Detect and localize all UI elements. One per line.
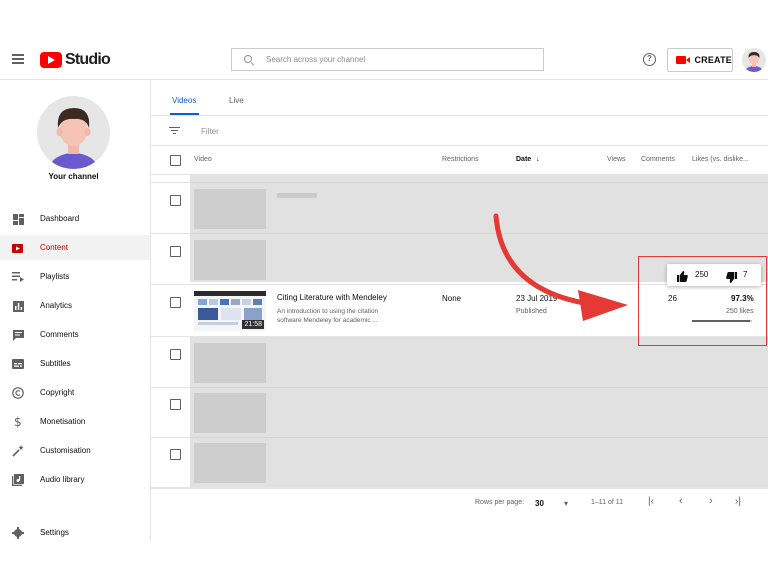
video-duration: 21:58 — [242, 320, 264, 329]
audio-library-icon — [12, 474, 24, 486]
sidebar-item-playlists[interactable]: Playlists — [0, 264, 150, 289]
row-checkbox[interactable] — [170, 349, 181, 360]
content-tabs: Videos Live — [151, 80, 768, 116]
chevron-down-icon[interactable]: ▾ — [564, 499, 568, 508]
thumbs-down-icon — [726, 270, 737, 288]
previous-page-icon[interactable]: ‹ — [679, 495, 683, 507]
likes-value: 250 — [695, 270, 709, 279]
row-checkbox[interactable] — [170, 297, 181, 308]
sidebar-item-monetisation[interactable]: $ Monetisation — [0, 409, 150, 434]
video-description: An introduction to using the citation so… — [277, 308, 379, 324]
account-avatar[interactable] — [742, 48, 766, 72]
column-date-label: Date — [516, 156, 532, 163]
svg-text:$: $ — [14, 415, 22, 428]
dislikes-value: 7 — [743, 270, 748, 279]
row-checkbox[interactable] — [170, 449, 181, 460]
rows-per-page-select[interactable]: 30 — [535, 499, 544, 508]
row-checkbox[interactable] — [170, 195, 181, 206]
row-dim-overlay — [190, 175, 768, 183]
row-dim-overlay — [190, 437, 768, 487]
sidebar-item-label: Settings — [40, 528, 69, 537]
last-page-icon[interactable]: ›| — [735, 496, 741, 507]
pagination-bar: Rows per page: 30 ▾ 1–11 of 11 |‹ ‹ › ›| — [151, 488, 768, 516]
video-status: Published — [516, 308, 547, 315]
sidebar-item-label: Content — [40, 243, 69, 252]
camera-icon — [676, 56, 687, 64]
video-thumbnail[interactable]: 21:58 — [194, 291, 266, 331]
sidebar-item-content[interactable]: Content — [0, 235, 150, 260]
table-header: Video Restrictions Date ↓ Views Comments… — [151, 146, 768, 175]
content-icon — [12, 242, 24, 254]
likes-dislikes-tooltip: 250 7 — [667, 264, 761, 286]
copyright-icon — [12, 387, 24, 399]
studio-logo[interactable]: Studio — [40, 50, 111, 70]
column-likes[interactable]: Likes (vs. dislike... — [692, 156, 749, 163]
active-tab-indicator — [170, 113, 199, 115]
your-channel-label: Your channel — [48, 172, 99, 181]
sidebar-item-label: Customisation — [40, 446, 91, 455]
column-restrictions[interactable]: Restrictions — [442, 156, 479, 163]
create-button[interactable]: CREATE — [667, 48, 733, 72]
sidebar-item-label: Subtitles — [40, 359, 71, 368]
tab-live[interactable]: Live — [229, 96, 244, 105]
column-comments[interactable]: Comments — [641, 156, 675, 163]
sidebar-item-customisation[interactable]: Customisation — [0, 438, 150, 463]
sidebar-item-subtitles[interactable]: Subtitles — [0, 351, 150, 376]
page-range: 1–11 of 11 — [591, 499, 624, 506]
channel-avatar[interactable] — [37, 96, 110, 169]
help-icon[interactable]: ? — [643, 53, 656, 66]
sidebar-item-copyright[interactable]: Copyright — [0, 380, 150, 405]
sidebar-item-label: Audio library — [40, 475, 85, 484]
sort-arrow-down-icon: ↓ — [536, 156, 540, 163]
create-label: CREATE — [694, 55, 732, 65]
row-checkbox[interactable] — [170, 399, 181, 410]
video-title[interactable]: Citing Literature with Mendeley — [277, 293, 387, 302]
playlists-icon — [12, 271, 24, 283]
select-all-checkbox[interactable] — [170, 155, 181, 166]
sidebar-item-dashboard[interactable]: Dashboard — [0, 206, 150, 231]
gear-icon — [12, 527, 24, 539]
sidebar-item-label: Comments — [40, 330, 79, 339]
search-box[interactable] — [231, 48, 544, 71]
customisation-icon — [12, 445, 24, 457]
sidebar-item-analytics[interactable]: Analytics — [0, 293, 150, 318]
subtitles-icon — [12, 358, 24, 370]
search-icon — [244, 54, 254, 65]
sidebar-item-label: Playlists — [40, 272, 70, 281]
video-restrictions: None — [442, 294, 462, 303]
column-views[interactable]: Views — [607, 156, 626, 163]
row-checkbox[interactable] — [170, 246, 181, 257]
row-dim-overlay — [190, 387, 768, 437]
row-dim-overlay — [190, 183, 768, 234]
column-video: Video — [194, 156, 212, 163]
sidebar-item-label: Analytics — [40, 301, 73, 310]
sidebar-item-audio-library[interactable]: Audio library — [0, 467, 150, 492]
tab-videos[interactable]: Videos — [172, 96, 196, 105]
comments-icon — [12, 329, 24, 341]
thumbs-up-icon — [677, 269, 688, 287]
monetisation-icon: $ — [12, 415, 24, 428]
analytics-icon — [12, 300, 24, 312]
first-page-icon[interactable]: |‹ — [648, 496, 654, 507]
column-date[interactable]: Date ↓ — [516, 156, 540, 163]
filter-input[interactable]: Filter — [201, 127, 219, 136]
search-input[interactable] — [266, 55, 526, 64]
sidebar-item-label: Copyright — [40, 388, 75, 397]
sidebar-item-label: Dashboard — [40, 214, 80, 223]
youtube-logo-icon — [40, 52, 62, 68]
sidebar: Your channel Dashboard Content Playlists… — [0, 80, 151, 540]
top-bar: Studio ? CREATE — [0, 40, 768, 80]
dashboard-icon — [12, 213, 24, 225]
filter-bar[interactable]: Filter — [151, 116, 768, 146]
logo-text: Studio — [65, 51, 111, 68]
sidebar-item-settings[interactable]: Settings — [0, 520, 150, 545]
rows-per-page-label: Rows per page: — [475, 499, 525, 506]
filter-icon — [169, 127, 180, 135]
sidebar-item-label: Monetisation — [40, 417, 86, 426]
sidebar-item-comments[interactable]: Comments — [0, 322, 150, 347]
next-page-icon[interactable]: › — [709, 495, 713, 507]
video-date: 23 Jul 2019 — [516, 294, 558, 303]
menu-icon[interactable] — [12, 54, 24, 64]
